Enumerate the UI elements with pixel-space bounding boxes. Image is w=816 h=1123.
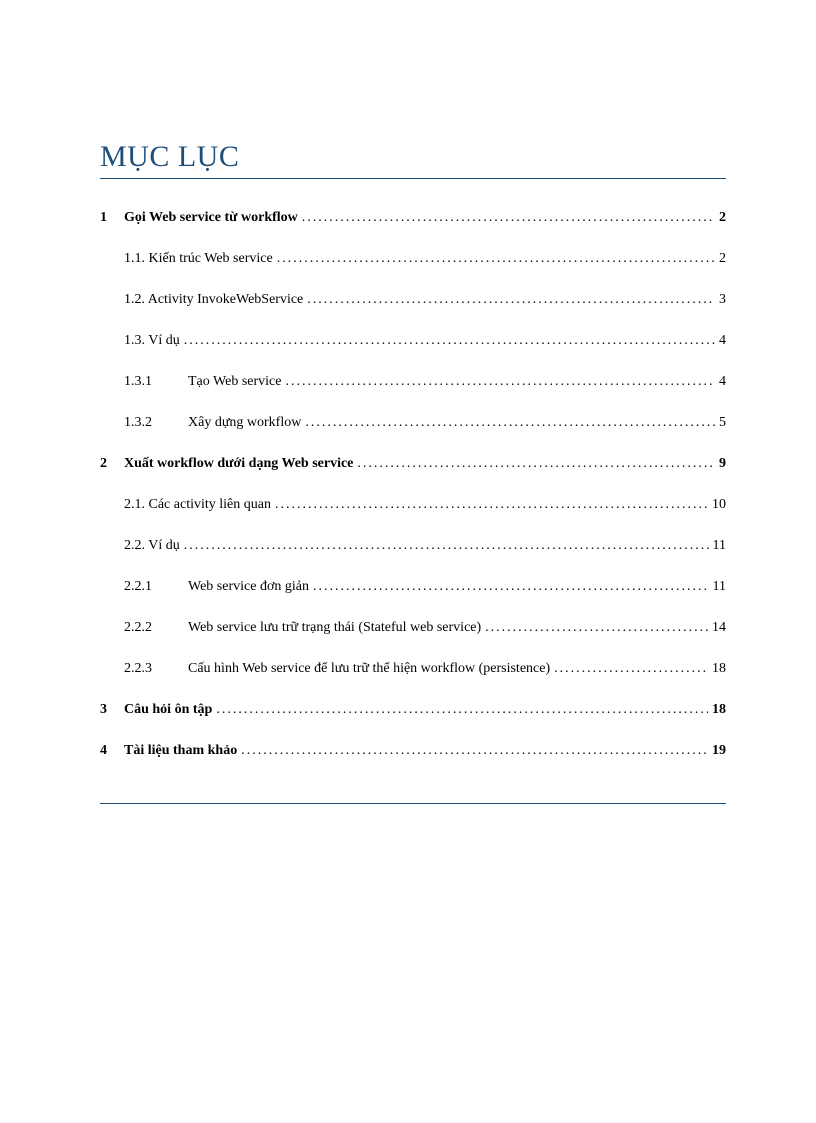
- toc-page: 11: [709, 535, 726, 556]
- toc-leader: [302, 207, 715, 228]
- toc-entry: 3 Câu hỏi ôn tập 18: [100, 699, 726, 720]
- toc-leader: [554, 658, 708, 679]
- toc-leader: [277, 248, 715, 269]
- toc-leader: [357, 453, 715, 474]
- toc-number: 2.2.2: [124, 617, 188, 638]
- toc-number: 1.3.1: [124, 371, 188, 392]
- toc-label: Web service đơn giản: [188, 576, 313, 597]
- toc-label: Câu hỏi ôn tập: [124, 699, 216, 720]
- toc-label: Xuất workflow dưới dạng Web service: [124, 453, 357, 474]
- toc-leader: [241, 740, 708, 761]
- toc-number: 2.2.3: [124, 658, 188, 679]
- toc-label: 1.3. Ví dụ: [124, 330, 184, 351]
- toc-label: Cấu hình Web service để lưu trữ thể hiện…: [188, 658, 554, 679]
- toc-leader: [184, 535, 709, 556]
- toc-entry: 1 Gọi Web service từ workflow 2: [100, 207, 726, 228]
- toc-entry: 1.3.1 Tạo Web service 4: [100, 371, 726, 392]
- toc-page: 5: [715, 412, 726, 433]
- toc-leader: [216, 699, 708, 720]
- toc-entry: 2.2.1 Web service đơn giản 11: [100, 576, 726, 597]
- toc-label: Xây dựng workflow: [188, 412, 305, 433]
- toc-page: 4: [715, 330, 726, 351]
- toc-number: 4: [100, 740, 124, 761]
- toc-entry: 2.2.2 Web service lưu trữ trạng thái (St…: [100, 617, 726, 638]
- toc-page: 18: [708, 658, 726, 679]
- toc-leader: [285, 371, 715, 392]
- toc-entry: 1.2. Activity InvokeWebService 3: [100, 289, 726, 310]
- toc-leader: [307, 289, 715, 310]
- toc-number: 1: [100, 207, 124, 228]
- toc-label: 2.2. Ví dụ: [124, 535, 184, 556]
- toc-page: 9: [715, 453, 726, 474]
- toc-page: 10: [708, 494, 726, 515]
- page-title: MỤC LỤC: [100, 140, 726, 179]
- horizontal-rule: [100, 803, 726, 804]
- toc-leader: [305, 412, 715, 433]
- toc-label: 1.2. Activity InvokeWebService: [124, 289, 307, 310]
- toc-entry: 4 Tài liệu tham khảo 19: [100, 740, 726, 761]
- toc-label: Gọi Web service từ workflow: [124, 207, 302, 228]
- toc-leader: [485, 617, 708, 638]
- toc-label: Web service lưu trữ trạng thái (Stateful…: [188, 617, 485, 638]
- toc-page: 18: [708, 699, 726, 720]
- toc-page: 3: [715, 289, 726, 310]
- toc-page: 2: [715, 207, 726, 228]
- toc-page: 2: [715, 248, 726, 269]
- toc-number: 2: [100, 453, 124, 474]
- toc-label: 1.1. Kiến trúc Web service: [124, 248, 277, 269]
- toc-entry: 1.1. Kiến trúc Web service 2: [100, 248, 726, 269]
- toc-number: 2.2.1: [124, 576, 188, 597]
- toc-leader: [184, 330, 715, 351]
- toc-entry: 2.1. Các activity liên quan 10: [100, 494, 726, 515]
- toc-label: Tài liệu tham khảo: [124, 740, 241, 761]
- toc-entry: 2 Xuất workflow dưới dạng Web service 9: [100, 453, 726, 474]
- toc-entry: 2.2. Ví dụ 11: [100, 535, 726, 556]
- toc-page: 14: [708, 617, 726, 638]
- table-of-contents: 1 Gọi Web service từ workflow 2 1.1. Kiế…: [100, 207, 726, 761]
- toc-leader: [275, 494, 708, 515]
- toc-label: Tạo Web service: [188, 371, 285, 392]
- toc-number: 1.3.2: [124, 412, 188, 433]
- toc-page: 4: [715, 371, 726, 392]
- toc-entry: 1.3.2 Xây dựng workflow 5: [100, 412, 726, 433]
- toc-page: 19: [708, 740, 726, 761]
- toc-entry: 2.2.3 Cấu hình Web service để lưu trữ th…: [100, 658, 726, 679]
- toc-entry: 1.3. Ví dụ 4: [100, 330, 726, 351]
- toc-leader: [313, 576, 709, 597]
- toc-page: 11: [709, 576, 726, 597]
- toc-label: 2.1. Các activity liên quan: [124, 494, 275, 515]
- toc-number: 3: [100, 699, 124, 720]
